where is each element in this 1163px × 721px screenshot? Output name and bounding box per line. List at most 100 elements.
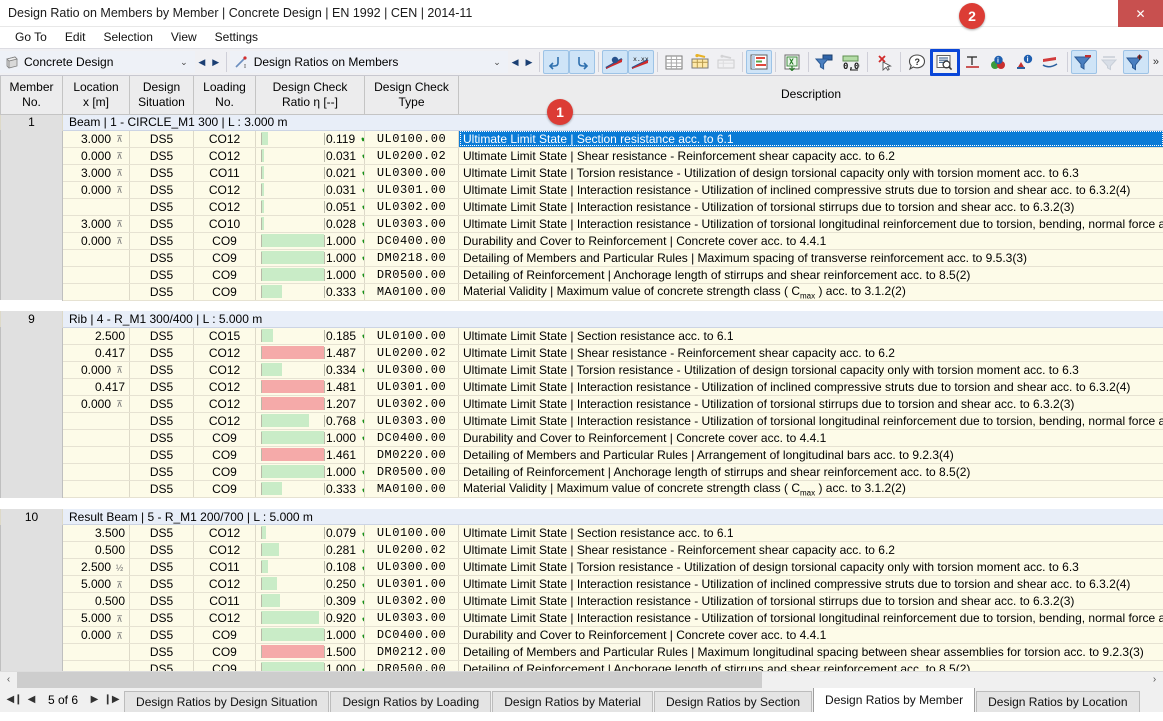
description-cell[interactable]: Detailing of Members and Particular Rule… <box>458 643 1163 662</box>
help-button[interactable]: ? <box>904 50 930 74</box>
redo-arrow-button[interactable] <box>568 50 595 74</box>
design-check-type-cell[interactable]: UL0301.00 <box>364 575 459 594</box>
design-situation-cell[interactable]: DS5 <box>129 524 194 543</box>
description-cell[interactable]: Ultimate Limit State | Shear resistance … <box>458 344 1163 362</box>
loading-no-cell[interactable]: CO12 <box>193 147 256 165</box>
table-row[interactable]: 5.000⊼DS5CO120.250✔UL0301.00Ultimate Lim… <box>0 575 1163 594</box>
description-cell[interactable]: Detailing of Reinforcement | Anchorage l… <box>458 660 1163 671</box>
menu-item-go-to[interactable]: Go To <box>6 28 56 46</box>
menu-item-selection[interactable]: Selection <box>95 28 162 46</box>
design-check-type-cell[interactable]: UL0303.00 <box>364 609 459 628</box>
table-row[interactable]: 3.500DS5CO120.079✔UL0100.00Ultimate Limi… <box>0 524 1163 543</box>
loading-no-cell[interactable]: CO11 <box>193 164 256 182</box>
location-cell[interactable]: 0.417 <box>62 344 130 362</box>
toolbar-overflow-button[interactable]: » <box>1149 56 1163 68</box>
description-cell[interactable]: Ultimate Limit State | Shear resistance … <box>458 541 1163 560</box>
design-ratio-cell[interactable]: 0.920✔ <box>255 609 365 628</box>
scrollbar-thumb[interactable] <box>17 671 762 688</box>
table-row[interactable]: DS5CO91.461❗DM0220.00Detailing of Member… <box>0 446 1163 464</box>
prev-page-button[interactable]: ◀ <box>23 694 40 705</box>
design-ratio-cell[interactable]: 1.481❗ <box>255 378 365 396</box>
location-cell[interactable]: 3.000 ⊼ <box>62 130 130 148</box>
design-situation-cell[interactable]: DS5 <box>129 215 194 233</box>
table-highlight-button[interactable] <box>687 50 713 74</box>
table-row[interactable]: 0.000⊼DS5CO121.207❗UL0302.00Ultimate Lim… <box>0 395 1163 413</box>
description-cell[interactable]: Ultimate Limit State | Interaction resis… <box>458 395 1163 413</box>
table-row[interactable]: DS5CO91.000✔DC0400.00Durability and Cove… <box>0 429 1163 447</box>
design-ratio-cell[interactable]: 0.021✔ <box>255 164 365 182</box>
design-ratio-cell[interactable]: 0.119✔ <box>255 130 365 148</box>
description-cell[interactable]: Ultimate Limit State | Shear resistance … <box>458 147 1163 165</box>
design-check-type-cell[interactable]: UL0303.00 <box>364 412 459 430</box>
next-page-button[interactable]: ▶ <box>86 694 103 705</box>
filter-inactive-button[interactable] <box>1097 50 1123 74</box>
loading-no-cell[interactable]: CO9 <box>193 480 256 499</box>
loading-no-cell[interactable]: CO12 <box>193 378 256 396</box>
tab-design-ratios-by-loading[interactable]: Design Ratios by Loading <box>330 691 492 712</box>
location-cell[interactable] <box>62 480 130 499</box>
delete-selection-button[interactable] <box>871 50 897 74</box>
menu-item-settings[interactable]: Settings <box>206 28 267 46</box>
design-situation-cell[interactable]: DS5 <box>129 592 194 611</box>
design-check-type-cell[interactable]: UL0300.00 <box>364 361 459 379</box>
column-header-0[interactable]: Member No. <box>0 76 63 115</box>
design-situation-cell[interactable]: DS5 <box>129 626 194 645</box>
show-colors-button[interactable] <box>601 50 628 74</box>
design-situation-cell[interactable]: DS5 <box>129 283 194 301</box>
design-situation-cell[interactable]: DS5 <box>129 147 194 165</box>
table-row[interactable]: DS5CO91.000✔DM0218.00Detailing of Member… <box>0 249 1163 267</box>
location-cell[interactable]: 2.500 ½ <box>62 558 130 577</box>
member-result-button[interactable] <box>1038 50 1064 74</box>
design-ratio-cell[interactable]: 1.500❗ <box>255 643 365 662</box>
table-row[interactable]: 0.417DS5CO121.481❗UL0301.00Ultimate Limi… <box>0 378 1163 396</box>
table-row[interactable]: 0.500DS5CO120.281✔UL0200.02Ultimate Limi… <box>0 541 1163 560</box>
tab-design-ratios-by-member[interactable]: Design Ratios by Member <box>813 687 976 712</box>
design-check-type-cell[interactable]: UL0100.00 <box>364 524 459 543</box>
table-row[interactable]: 3.000⊼DS5CO110.021✔UL0300.00Ultimate Lim… <box>0 164 1163 182</box>
design-ratio-cell[interactable]: 1.000✔ <box>255 266 365 284</box>
info-colors-button[interactable]: i <box>986 50 1012 74</box>
design-situation-cell[interactable]: DS5 <box>129 480 194 499</box>
loading-no-cell[interactable]: CO15 <box>193 327 256 345</box>
column-header-4[interactable]: Design Check Ratio η [--] <box>255 76 365 115</box>
module-next-button[interactable]: ▶ <box>209 57 223 68</box>
design-ratio-cell[interactable]: 1.487❗ <box>255 344 365 362</box>
tab-design-ratios-by-material[interactable]: Design Ratios by Material <box>492 691 653 712</box>
description-cell[interactable]: Ultimate Limit State | Interaction resis… <box>458 609 1163 628</box>
design-ratio-cell[interactable]: 0.028✔ <box>255 215 365 233</box>
design-situation-cell[interactable]: DS5 <box>129 643 194 662</box>
design-check-type-cell[interactable]: UL0302.00 <box>364 395 459 413</box>
table-row[interactable]: 2.500½DS5CO110.108✔UL0300.00Ultimate Lim… <box>0 558 1163 577</box>
filter-active-button[interactable] <box>1070 50 1097 74</box>
design-ratio-cell[interactable]: 0.333✔ <box>255 480 365 499</box>
table-row[interactable]: DS5CO120.051✔UL0302.00Ultimate Limit Sta… <box>0 198 1163 216</box>
last-page-button[interactable]: ❙▶ <box>103 694 120 705</box>
loading-no-cell[interactable]: CO9 <box>193 429 256 447</box>
design-situation-cell[interactable]: DS5 <box>129 558 194 577</box>
design-ratio-cell[interactable]: 1.000✔ <box>255 626 365 645</box>
design-ratio-cell[interactable]: 0.334✔ <box>255 361 365 379</box>
location-cell[interactable]: 0.500 <box>62 541 130 560</box>
table-row[interactable]: DS5CO120.768✔UL0303.00Ultimate Limit Sta… <box>0 412 1163 430</box>
design-situation-cell[interactable]: DS5 <box>129 575 194 594</box>
description-cell[interactable]: Ultimate Limit State | Section resistanc… <box>458 130 1163 148</box>
design-check-type-cell[interactable]: DR0500.00 <box>364 463 459 481</box>
design-check-type-cell[interactable]: DR0500.00 <box>364 660 459 671</box>
table-row[interactable]: 3.000⊼DS5CO100.028✔UL0303.00Ultimate Lim… <box>0 215 1163 233</box>
location-cell[interactable]: 0.000 ⊼ <box>62 181 130 199</box>
column-header-2[interactable]: Design Situation <box>129 76 194 115</box>
table-row[interactable]: 0.417DS5CO121.487❗UL0200.02Ultimate Limi… <box>0 344 1163 362</box>
module-combobox[interactable]: Concrete Design ⌄ <box>0 51 195 73</box>
design-check-type-cell[interactable]: DC0400.00 <box>364 232 459 250</box>
description-cell[interactable]: Ultimate Limit State | Interaction resis… <box>458 378 1163 396</box>
design-check-type-cell[interactable]: MA0100.00 <box>364 480 459 499</box>
table-row[interactable]: DS5CO9 1.000✔DR0500.00Detailing of Reinfo… <box>0 660 1163 671</box>
scroll-right-button[interactable]: › <box>1146 671 1163 688</box>
location-cell[interactable] <box>62 446 130 464</box>
loading-no-cell[interactable]: CO11 <box>193 558 256 577</box>
location-cell[interactable]: 3.500 <box>62 524 130 543</box>
design-situation-cell[interactable]: DS5 <box>129 660 194 671</box>
column-header-1[interactable]: Location x [m] <box>62 76 130 115</box>
design-situation-cell[interactable]: DS5 <box>129 446 194 464</box>
design-ratio-cell[interactable]: 1.461❗ <box>255 446 365 464</box>
